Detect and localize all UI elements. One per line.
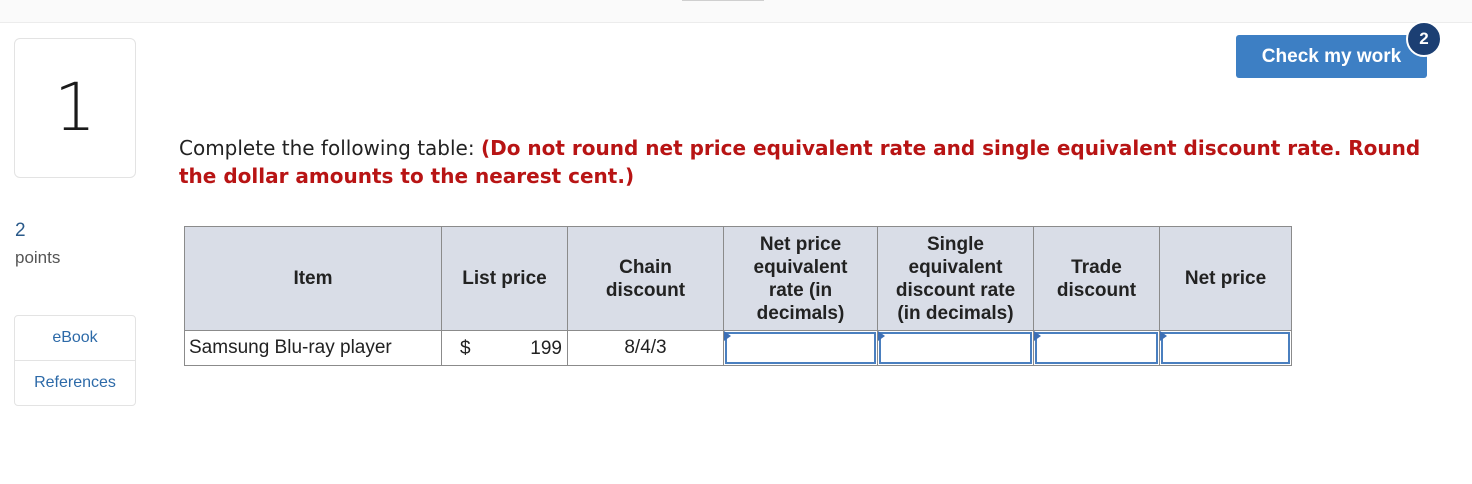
resource-links: eBook References — [14, 315, 136, 406]
list-price-value: 199 — [530, 338, 562, 359]
input-flag-icon — [724, 331, 731, 341]
instructions-text: Complete the following table: — [179, 136, 481, 160]
attempts-badge: 2 — [1406, 21, 1442, 57]
input-flag-icon — [1160, 331, 1167, 341]
header-net-price: Net price — [1159, 226, 1292, 331]
header-trade-discount: Trade discount — [1033, 226, 1160, 331]
question-instructions: Complete the following table: (Do not ro… — [179, 134, 1449, 190]
trade-discount-cell — [1033, 330, 1160, 366]
table-row: Samsung Blu-ray player $ 199 8/4/3 — [184, 330, 1292, 366]
references-link[interactable]: References — [15, 360, 135, 405]
net-price-cell — [1159, 330, 1292, 366]
top-bar-divider — [682, 0, 764, 1]
question-number: 1 — [54, 69, 96, 146]
header-item: Item — [184, 226, 442, 331]
single-equivalent-discount-rate-input[interactable] — [879, 332, 1032, 364]
item-cell: Samsung Blu-ray player — [184, 330, 442, 366]
points-label: points — [15, 248, 61, 267]
top-bar — [0, 0, 1472, 23]
input-flag-icon — [1034, 331, 1041, 341]
input-flag-icon — [878, 331, 885, 341]
check-my-work-button[interactable]: Check my work — [1236, 35, 1427, 78]
ebook-link[interactable]: eBook — [15, 316, 135, 360]
net-price-input[interactable] — [1161, 332, 1290, 364]
currency-symbol: $ — [460, 338, 471, 359]
single-equivalent-discount-rate-cell — [877, 330, 1034, 366]
net-price-equivalent-rate-input[interactable] — [725, 332, 876, 364]
trade-discount-input[interactable] — [1035, 332, 1158, 364]
header-list-price: List price — [441, 226, 568, 331]
chain-discount-cell: 8/4/3 — [567, 330, 724, 366]
list-price-cell: $ 199 — [441, 330, 568, 366]
question-number-box: 1 — [14, 38, 136, 178]
answer-table: Item List price Chain discount Net price… — [184, 226, 1292, 366]
net-price-equivalent-rate-cell — [723, 330, 878, 366]
header-single-equivalent-discount-rate: Single equivalent discount rate (in deci… — [877, 226, 1034, 331]
header-chain-discount: Chain discount — [567, 226, 724, 331]
header-net-price-equivalent-rate: Net price equivalent rate (in decimals) — [723, 226, 878, 331]
points-value: 2 — [15, 220, 26, 241]
table-header-row: Item List price Chain discount Net price… — [184, 226, 1292, 331]
